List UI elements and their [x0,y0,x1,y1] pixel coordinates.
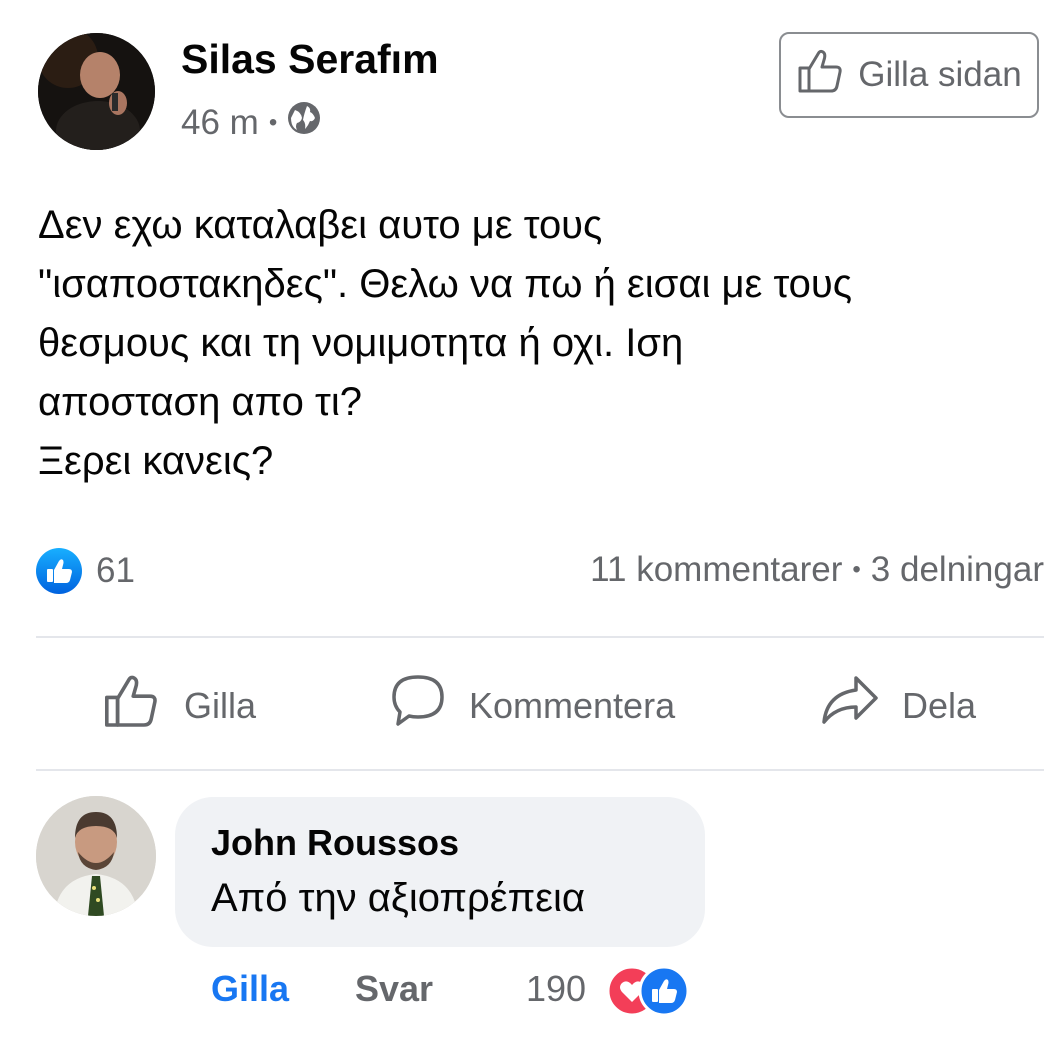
thumbs-up-icon [796,47,846,104]
stats-separator: • [852,556,861,583]
shares-count[interactable]: 3 delningar [871,550,1044,589]
thumbs-up-icon [102,672,162,739]
globe-icon [287,101,321,144]
divider [36,636,1044,638]
share-button[interactable]: Dela [820,672,976,739]
comment-button[interactable]: Kommentera [389,672,675,739]
comment-bubble [175,797,705,947]
author-name[interactable]: Silas Serafım [181,36,439,83]
like-button[interactable]: Gilla [102,672,256,739]
post-text-line: Ξερει κανεις? [38,439,274,483]
divider [36,769,1044,771]
comment-reaction-count: 190 [526,968,587,1009]
author-avatar[interactable] [38,33,155,150]
like-label: Gilla [184,684,257,726]
share-arrow-icon [820,672,880,739]
comment-label: Kommentera [469,684,676,726]
comment-reactions[interactable] [606,965,710,1017]
post-meta: 46 m • [181,101,321,144]
post-text-line: Δεν εχω καταλαβει αυτο με τους [38,203,603,247]
meta-separator: • [268,108,278,136]
comment-text: Από την αξιοπρέπεια [211,876,586,920]
like-reaction-icon [36,548,82,594]
post-text: Δεν εχω καταλαβει αυτο με τους "ισαποστα… [38,196,1048,491]
post-text-line: αποσταση απο τι? [38,380,362,424]
commenter-name[interactable]: John Roussos [211,822,459,864]
post-text-line: "ισαποστακηδες". Θελω να πω ή εισαι με τ… [38,262,853,306]
post-text-line: θεσμους και τη νομιμοτητα ή οχι. Ιση [38,321,684,365]
like-reaction-icon [638,965,690,1017]
comment-reply-button[interactable]: Svar [355,968,433,1010]
reaction-summary[interactable]: 61 [36,548,135,594]
comment-like-button[interactable]: Gilla [211,968,289,1010]
reaction-count: 61 [96,551,135,590]
post-time[interactable]: 46 m [181,103,259,143]
comments-count[interactable]: 11 kommentarer [590,550,842,589]
share-label: Dela [902,684,977,726]
post-stats: 11 kommentarer • 3 delningar [590,550,1044,590]
like-page-label: Gilla sidan [858,55,1022,94]
comment-bubble-icon [389,672,447,739]
commenter-avatar[interactable] [36,796,156,916]
like-page-button[interactable]: Gilla sidan [779,32,1039,118]
